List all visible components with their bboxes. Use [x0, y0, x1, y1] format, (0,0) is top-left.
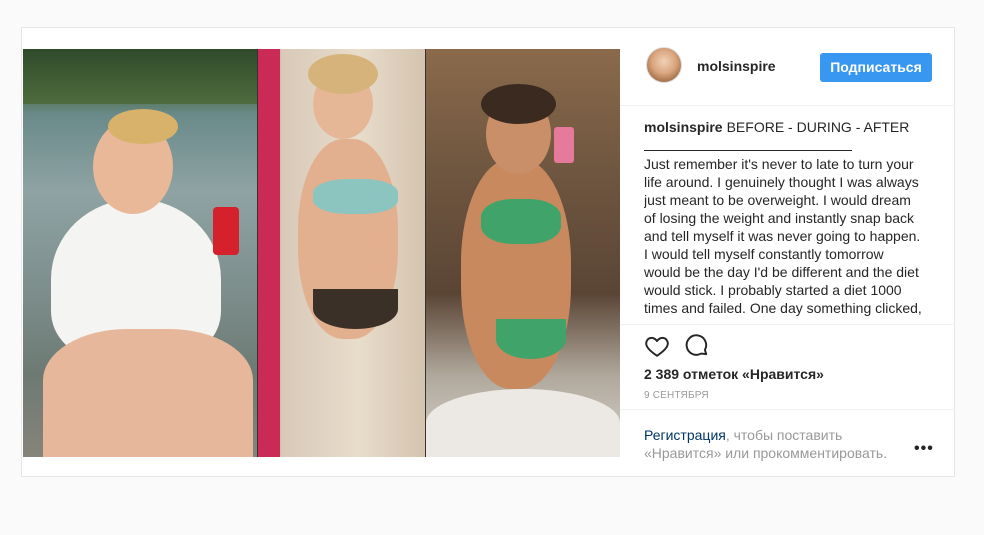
follow-button[interactable]: Подписаться [820, 53, 932, 82]
heart-icon[interactable] [644, 333, 670, 359]
username[interactable]: molsinspire [697, 58, 776, 74]
soda-can-shape [213, 207, 239, 255]
post-caption: molsinspire BEFORE - DURING - AFTER Just … [644, 118, 936, 323]
photo-panel-after [426, 49, 620, 457]
photo-panel-before [23, 49, 257, 457]
caption-line: just meant to be overweight. I would dre… [644, 192, 911, 208]
caption-line: Just remember it's never to late to turn… [644, 156, 914, 172]
actions-divider [620, 324, 955, 325]
login-prompt: Регистрация, чтобы поставить «Нравится» … [644, 426, 904, 462]
caption-line: would stick. I probably started a diet 1… [644, 282, 902, 298]
login-text-2: «Нравится» или прокомментировать. [644, 445, 888, 461]
caption-username[interactable]: molsinspire [644, 119, 723, 135]
sink-shape [426, 389, 620, 457]
caption-line: life around. I genuinely thought I was a… [644, 174, 919, 190]
avatar[interactable] [646, 47, 682, 83]
bottom-divider [620, 409, 955, 410]
post-photo[interactable] [23, 49, 620, 457]
post-card: molsinspire Подписаться molsinspire BEFOR… [21, 27, 955, 477]
likes-count[interactable]: 2 389 отметок «Нравится» [644, 366, 824, 382]
caption-line: of losing the weight and instantly snap … [644, 210, 915, 226]
caption-divider [644, 136, 852, 151]
post-header: molsinspire Подписаться [620, 28, 955, 106]
curtain-shape [258, 49, 280, 457]
bikini-top-shape [313, 179, 398, 214]
caption-line: I would tell myself constantly tomorrow [644, 246, 884, 262]
hair-shape [308, 54, 378, 94]
post-sidebar: molsinspire Подписаться molsinspire BEFOR… [620, 28, 955, 476]
more-options-icon[interactable]: ••• [914, 440, 934, 458]
photo-panel-during [258, 49, 425, 457]
hair-shape [481, 84, 556, 124]
trees-background [23, 49, 257, 104]
caption-line: times and failed. One day something clic… [644, 300, 922, 316]
post-date[interactable]: 9 СЕНТЯБРЯ [644, 390, 709, 401]
hair-shape [108, 109, 178, 144]
login-text-1: , чтобы поставить [725, 427, 843, 443]
caption-line: would be the day I'd be different and th… [644, 264, 919, 280]
register-link[interactable]: Регистрация [644, 427, 726, 443]
legs-shape [43, 329, 253, 457]
caption-title: BEFORE - DURING - AFTER [726, 119, 910, 135]
bikini-bottom-shape [496, 319, 566, 359]
comment-icon[interactable] [684, 333, 710, 359]
bikini-top-shape [481, 199, 561, 244]
phone-shape [554, 127, 574, 163]
bikini-bottom-shape [313, 289, 398, 329]
caption-line: and tell myself it was never going to ha… [644, 228, 921, 244]
